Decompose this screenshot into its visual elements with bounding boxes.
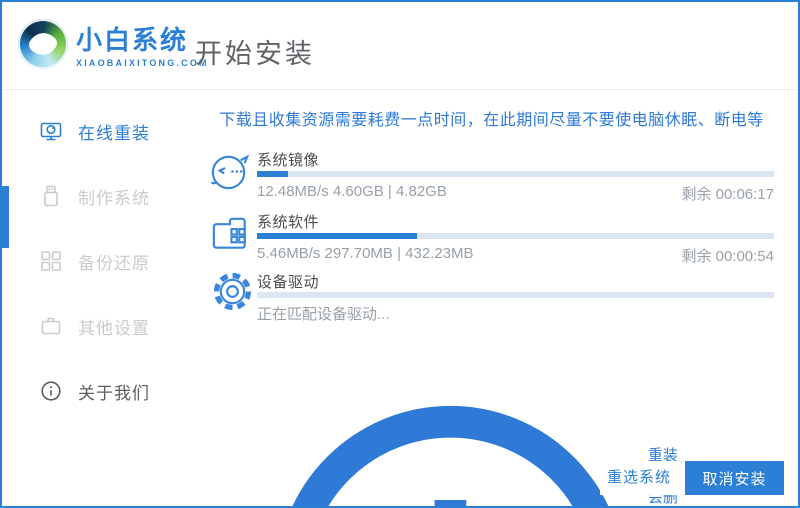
backup-note: 重装之前会删除桌面及C盘文件，请及时备份重要资料 (260, 390, 678, 506)
sidebar-item-label: 制作系统 (78, 188, 150, 208)
sidebar-item-label: 在线重装 (78, 123, 150, 143)
task-speed-size: 12.48MB/s 4.60GB | 4.82GB (257, 183, 447, 200)
progress-fill (257, 171, 289, 177)
task-status-text: 正在匹配设备驱动... (257, 306, 390, 323)
brand: 小白系统 XIAOBAIXITONG.COM (76, 26, 209, 68)
sidebar-item-label: 关于我们 (78, 383, 150, 403)
briefcase-icon (40, 315, 62, 337)
brand-domain: XIAOBAIXITONG.COM (76, 58, 209, 68)
app-window: 免责声明 — ✕ 小白系统 XIAOBAIXITONG.COM 开始安装 在线重… (0, 0, 800, 508)
page-title: 开始安装 (195, 39, 315, 69)
header: 小白系统 XIAOBAIXITONG.COM 开始安装 (2, 2, 798, 90)
task-label: 系统镜像 (257, 152, 320, 169)
sidebar-item-label: 备份还原 (78, 253, 150, 273)
monitor-icon (40, 120, 62, 142)
sidebar-item-about-us[interactable]: 关于我们 (2, 368, 188, 414)
gear-icon (211, 270, 254, 313)
sidebar-item-backup-restore[interactable]: 备份还原 (2, 238, 188, 284)
usb-icon (40, 185, 62, 207)
progress-bar-system-image (257, 171, 774, 177)
sidebar-item-label: 其他设置 (78, 318, 150, 338)
cancel-install-button[interactable]: 取消安装 (685, 461, 784, 495)
progress-bar-system-software (257, 233, 774, 239)
backup-squares-icon (40, 250, 62, 272)
task-remaining-time: 剩余 00:00:54 (681, 248, 774, 265)
download-warning-text: 下载且收集资源需要耗费一点时间，在此期间尽量不要使电脑休眠、断电等 (219, 112, 764, 129)
sidebar-item-online-reinstall[interactable]: 在线重装 (2, 108, 188, 154)
task-stats-row: 5.46MB/s 297.70MB | 432.23MB 剩余 00:00:54 (257, 245, 774, 266)
task-label: 设备驱动 (257, 274, 320, 291)
brand-name: 小白系统 (76, 25, 189, 55)
task-stats-row: 12.48MB/s 4.60GB | 4.82GB 剩余 00:06:17 (257, 183, 774, 204)
folder-grid-icon (209, 212, 252, 255)
mascot-face-icon (206, 147, 253, 194)
info-icon (40, 380, 62, 402)
task-speed-size: 5.46MB/s 297.70MB | 432.23MB (257, 245, 474, 262)
task-label: 系统软件 (257, 214, 320, 231)
brand-logo-icon (18, 19, 68, 69)
progress-fill (257, 233, 418, 239)
exclamation-circle-icon (292, 405, 609, 506)
task-remaining-time: 剩余 00:06:17 (681, 186, 774, 203)
sidebar-item-make-system[interactable]: 制作系统 (2, 173, 188, 219)
sidebar-item-other-settings[interactable]: 其他设置 (2, 303, 188, 349)
reselect-system-button[interactable]: 重选系统 (600, 461, 678, 495)
progress-bar-device-driver (257, 292, 774, 298)
sidebar: 在线重装 制作系统 备份还原 其他设置 关于我们 (2, 91, 188, 506)
